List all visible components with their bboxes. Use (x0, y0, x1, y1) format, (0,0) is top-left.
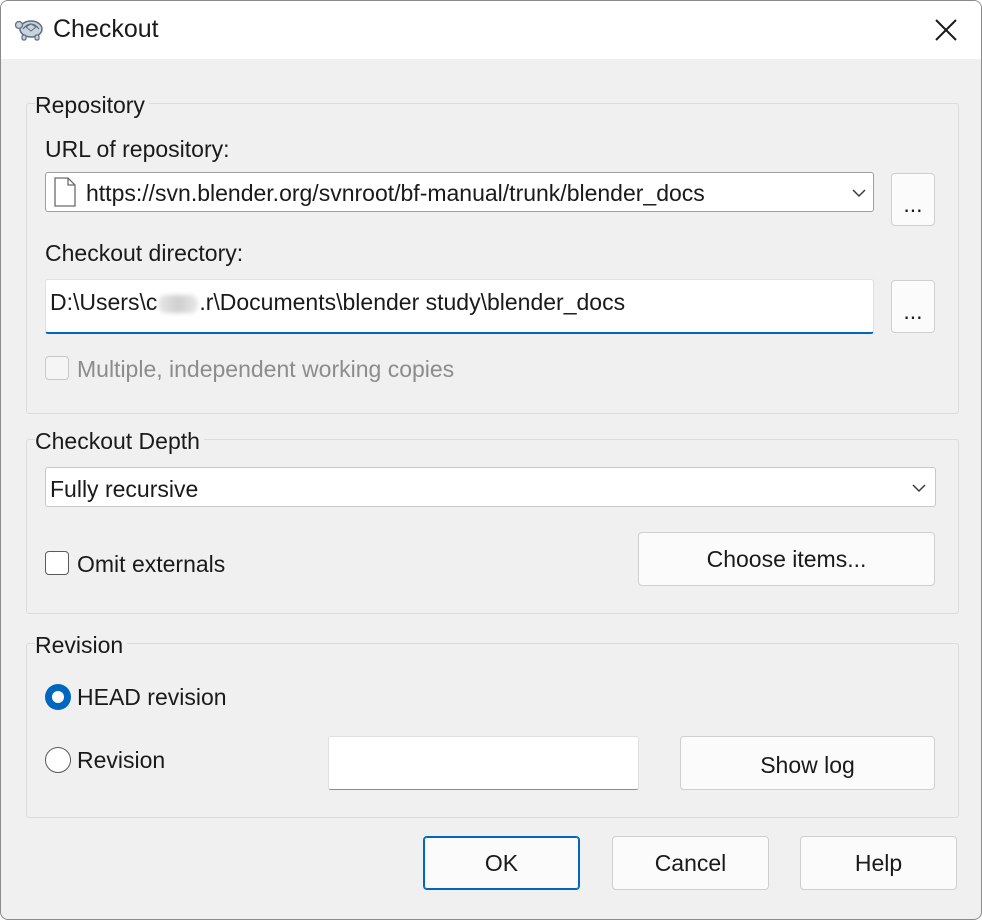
multiple-copies-checkbox[interactable] (45, 356, 69, 380)
url-browse-button[interactable]: ... (891, 173, 935, 226)
ok-button[interactable]: OK (423, 836, 580, 890)
choose-items-button[interactable]: Choose items... (638, 532, 935, 586)
checkout-directory-label: Checkout directory: (45, 240, 244, 266)
close-button[interactable] (925, 11, 967, 49)
directory-path-start: D:\Users\c (50, 289, 158, 315)
checkout-depth-select[interactable]: Fully recursive (45, 467, 936, 507)
chevron-down-icon[interactable] (849, 183, 869, 203)
multiple-copies-label: Multiple, independent working copies (77, 356, 455, 382)
cancel-button[interactable]: Cancel (612, 836, 769, 890)
url-label: URL of repository: (45, 136, 230, 162)
chevron-down-icon[interactable] (909, 478, 929, 498)
revision-input[interactable] (328, 736, 639, 790)
file-icon (54, 177, 76, 212)
tortoise-icon (14, 15, 47, 45)
title-bar: Checkout (1, 1, 981, 59)
checkout-depth-group (26, 439, 959, 614)
head-revision-radio[interactable] (45, 684, 71, 710)
help-button[interactable]: Help (800, 836, 957, 890)
directory-path-end: .r\Documents\blender study\blender_docs (199, 289, 626, 315)
directory-browse-button[interactable]: ... (891, 280, 935, 333)
omit-externals-label: Omit externals (77, 551, 226, 577)
url-combobox[interactable]: https://svn.blender.org/svnroot/bf-manua… (45, 172, 874, 212)
redacted-username (158, 294, 199, 313)
close-icon (935, 19, 957, 41)
checkout-depth-group-label: Checkout Depth (35, 428, 204, 455)
omit-externals-checkbox[interactable] (45, 551, 69, 575)
revision-label: Revision (77, 747, 166, 773)
revision-radio[interactable] (45, 747, 71, 773)
checkout-depth-value: Fully recursive (50, 476, 199, 502)
window-title: Checkout (53, 15, 159, 43)
url-value: https://svn.blender.org/svnroot/bf-manua… (86, 180, 705, 206)
head-revision-label: HEAD revision (77, 684, 227, 710)
revision-group-label: Revision (35, 632, 128, 659)
show-log-button[interactable]: Show log (680, 736, 935, 790)
checkout-dialog: Checkout Repository URL of repository: h… (0, 0, 982, 920)
repository-group-label: Repository (35, 92, 149, 119)
checkout-directory-field[interactable]: D:\Users\c .r\Documents\blender study\ble… (45, 279, 874, 334)
revision-group (26, 643, 959, 818)
checkout-directory-value: D:\Users\c .r\Documents\blender study\ble… (50, 289, 625, 316)
